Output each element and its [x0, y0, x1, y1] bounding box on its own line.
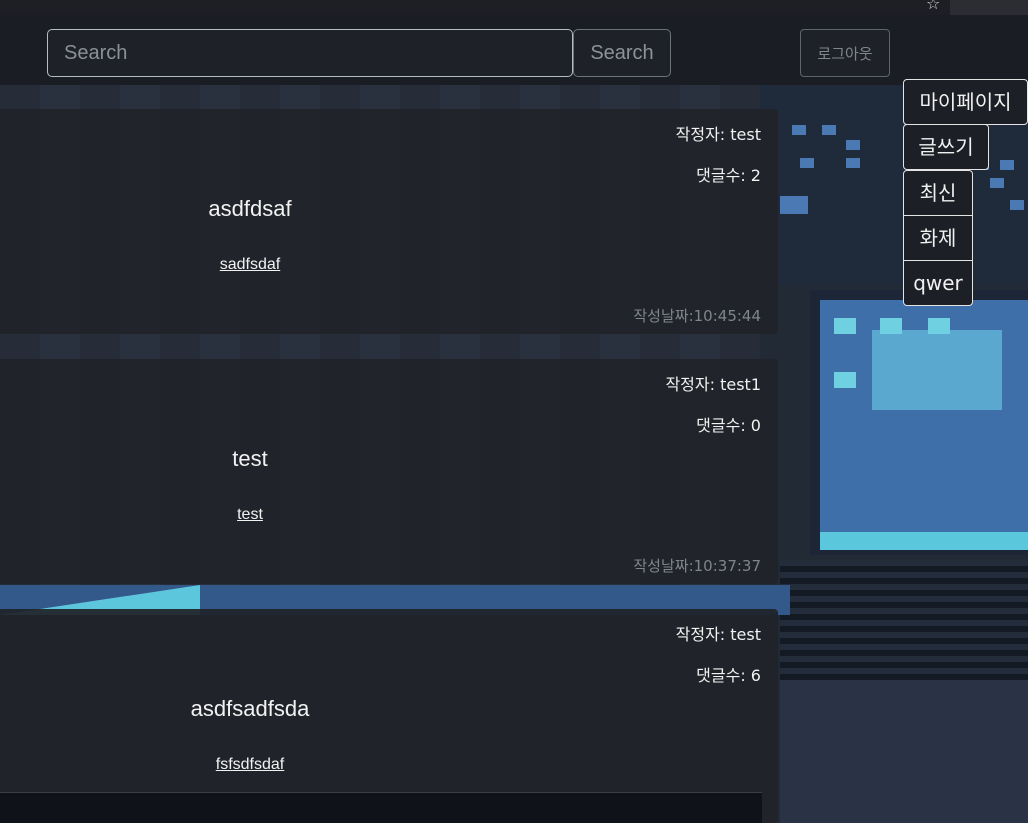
post-card[interactable]: 작정자: test 댓글수: 2 asdfdsaf sadfsdaf 작성날짜:… — [0, 109, 778, 334]
browser-top-strip-right — [950, 0, 1028, 15]
sort-latest-button[interactable]: 최신 — [903, 170, 973, 216]
mypage-button[interactable]: 마이페이지 — [903, 79, 1028, 125]
post-title[interactable]: asdfdsaf — [0, 196, 500, 222]
sort-custom-button[interactable]: qwer — [903, 260, 973, 306]
post-date: 작성날짜:10:45:44 — [633, 307, 761, 325]
post-title[interactable]: asdfsadfsda — [0, 696, 500, 722]
post-comment-count: 댓글수: 6 — [696, 666, 761, 685]
post-author: 작정자: test — [675, 625, 761, 644]
post-author: 작정자: test — [675, 125, 761, 144]
search-input[interactable] — [47, 29, 573, 77]
post-comment-count: 댓글수: 2 — [696, 166, 761, 185]
star-icon[interactable]: ☆ — [926, 0, 940, 14]
write-button[interactable]: 글쓰기 — [903, 124, 989, 170]
post-card[interactable]: 작정자: test 댓글수: 6 asdfsadfsda fsfsdfsdaf — [0, 609, 778, 823]
post-body-link[interactable]: fsfsdfsdaf — [0, 756, 500, 774]
post-body-link[interactable]: sadfsdaf — [0, 256, 500, 274]
page: ☆ Search 로그아웃 마이페이지 글쓰기 최신 화제 qwer 작정자: … — [0, 0, 1028, 823]
post-card[interactable]: 작정자: test1 댓글수: 0 test test 작성날짜:10:37:3… — [0, 359, 778, 584]
sort-hot-button[interactable]: 화제 — [903, 215, 973, 261]
logout-button[interactable]: 로그아웃 — [800, 29, 890, 77]
post-title[interactable]: test — [0, 446, 500, 472]
search-button[interactable]: Search — [573, 29, 671, 77]
post-body-link[interactable]: test — [0, 506, 500, 524]
browser-top-strip — [0, 0, 950, 15]
post-author: 작정자: test1 — [665, 375, 761, 394]
post-date: 작성날짜:10:37:37 — [633, 557, 761, 575]
post-footer-strip — [0, 792, 762, 823]
post-comment-count: 댓글수: 0 — [696, 416, 761, 435]
